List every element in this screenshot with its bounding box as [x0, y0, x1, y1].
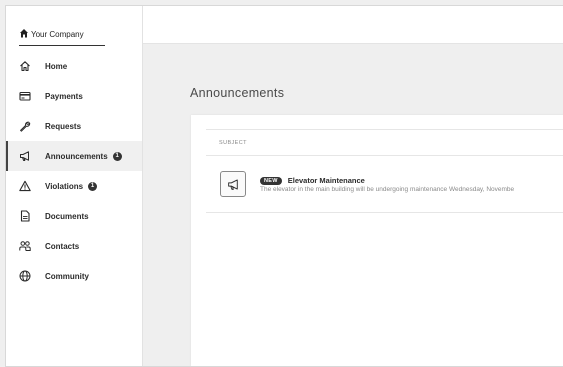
announcements-count-badge: 1	[112, 151, 122, 161]
sidebar-item-label: Payments	[45, 91, 83, 101]
sidebar-item-payments[interactable]: Payments	[6, 81, 142, 111]
company-name: Your Company	[31, 30, 84, 39]
page-title: Announcements	[190, 86, 285, 100]
sidebar-item-label: Requests	[45, 121, 82, 131]
sidebar: Your Company Home Payments Requests Anno…	[6, 6, 143, 366]
megaphone-icon	[19, 150, 31, 162]
warning-icon	[19, 180, 31, 192]
company-logo[interactable]: Your Company	[19, 24, 105, 46]
sidebar-item-home[interactable]: Home	[6, 51, 142, 81]
sidebar-item-label: Violations	[45, 181, 84, 191]
sidebar-item-label: Home	[45, 61, 68, 71]
people-icon	[19, 240, 31, 252]
card-icon	[19, 90, 31, 102]
app-window: Your Company Home Payments Requests Anno…	[5, 5, 563, 367]
sidebar-item-label: Announcements	[45, 151, 108, 161]
sidebar-item-requests[interactable]: Requests	[6, 111, 142, 141]
document-icon	[19, 210, 31, 222]
sidebar-item-label: Community	[45, 271, 89, 281]
violations-count-badge: 1	[88, 181, 98, 191]
sidebar-item-documents[interactable]: Documents	[6, 201, 142, 231]
sidebar-item-label: Contacts	[45, 241, 80, 251]
sidebar-item-label: Documents	[45, 211, 89, 221]
column-header-subject[interactable]: SUBJECT	[219, 140, 247, 146]
table-header: SUBJECT	[206, 129, 563, 156]
new-badge: NEW	[260, 176, 282, 185]
globe-icon	[19, 270, 31, 282]
wrench-icon	[19, 120, 31, 132]
announcement-title-text: Elevator Maintenance	[287, 176, 365, 185]
announcement-description: The elevator in the main building will b…	[260, 186, 515, 193]
sidebar-item-contacts[interactable]: Contacts	[6, 231, 142, 261]
sidebar-item-announcements[interactable]: Announcements 1	[6, 141, 142, 171]
sidebar-item-community[interactable]: Community	[6, 261, 142, 291]
top-bar	[143, 6, 563, 44]
table-row[interactable]: NEW Elevator Maintenance The elevator in…	[206, 156, 563, 213]
announcement-title[interactable]: NEW Elevator Maintenance	[260, 176, 365, 185]
house-icon	[20, 28, 28, 37]
sidebar-nav: Home Payments Requests Announcements 1 V…	[6, 51, 142, 291]
megaphone-icon	[220, 171, 246, 197]
sidebar-item-violations[interactable]: Violations 1	[6, 171, 142, 201]
home-icon	[19, 60, 31, 72]
announcements-table-card: SUBJECT NEW Elevator Maintenance The ele…	[191, 115, 563, 366]
